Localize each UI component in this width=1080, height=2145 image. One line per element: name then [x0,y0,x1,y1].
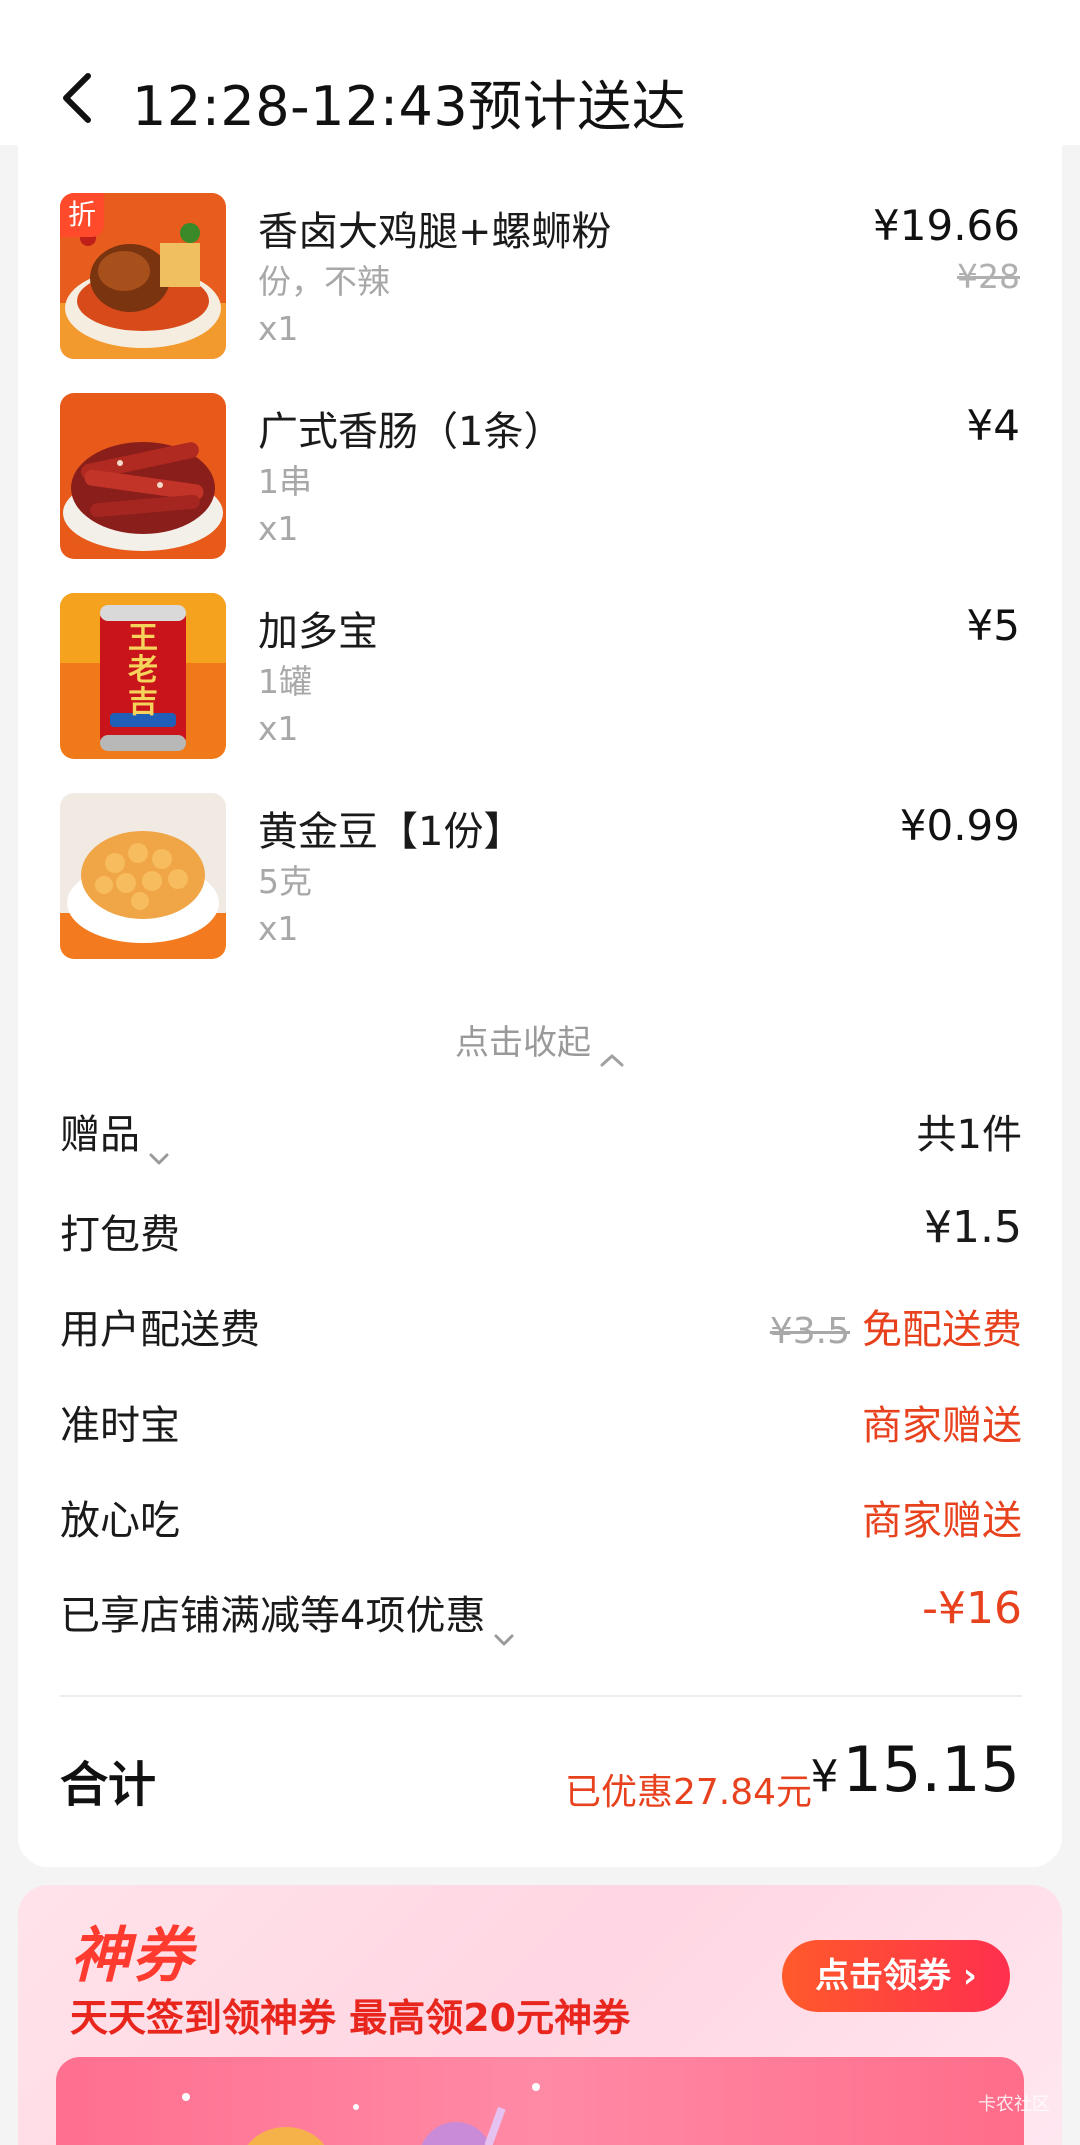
food-image-chicken-leg: 折 [60,193,226,359]
total-label: 合计 [60,1757,157,1813]
safe-eat-row: 放心吃 商家赠送 [60,1488,1022,1548]
item-spec: 1串 [258,462,312,501]
divider [60,1695,1022,1697]
item-original-price: ¥28 [957,257,1020,296]
item-name: 加多宝 [258,609,378,655]
packing-fee-value: ¥1.5 [924,1202,1022,1253]
item-quantity: x1 [258,509,299,548]
discounts-row[interactable]: 已享店铺满减等4项优惠 -¥16 [60,1583,1022,1646]
chevron-down-icon [493,1611,515,1646]
total-saved: 已优惠27.84元 [564,1772,812,1813]
item-quantity: x1 [258,709,299,748]
ontime-label: 准时宝 [60,1403,180,1449]
packing-fee-row: 打包费 ¥1.5 [60,1202,1022,1262]
collapse-label: 点击收起 [455,1023,591,1063]
food-image-sausage [60,393,226,559]
packing-fee-label: 打包费 [60,1212,180,1258]
claim-coupon-label: 点击领券 [815,1956,952,1996]
delivery-time-title: 12:28-12:43预计送达 [132,75,687,138]
claim-coupon-button[interactable]: 点击领券 › [782,1940,1010,2012]
top-bar: 12:28-12:43预计送达 [0,0,1080,145]
total-amount: ¥15.15 [811,1733,1021,1806]
delivery-fee-label: 用户配送费 [60,1307,260,1353]
ontime-value: 商家赠送 [862,1403,1022,1449]
gift-label: 赠品 [60,1112,140,1158]
item-spec: 5克 [258,862,312,901]
discounts-label: 已享店铺满减等4项优惠 [60,1593,486,1639]
chevron-up-icon [599,1037,625,1066]
food-image-herbal-tea: 王老吉 [60,593,226,759]
delivery-fee-original: ¥3.5 [769,1311,850,1352]
safe-eat-value: 商家赠送 [862,1498,1022,1544]
discounts-value: -¥16 [922,1583,1022,1634]
item-name: 香卤大鸡腿+螺蛳粉 [258,209,612,255]
free-delivery-text: 免配送费 [862,1307,1022,1353]
delivery-fee-value: ¥3.5 免配送费 [770,1297,1022,1355]
item-name: 黄金豆【1份】 [258,809,524,855]
food-image-golden-beans [60,793,226,959]
ontime-guarantee-row: 准时宝 商家赠送 [60,1393,1022,1453]
chevron-down-icon [148,1130,170,1165]
item-price: ¥5 [966,601,1020,650]
safe-eat-label: 放心吃 [60,1498,180,1544]
item-price: ¥0.99 [899,801,1020,850]
delivery-fee-row: 用户配送费 ¥3.5 免配送费 [60,1297,1022,1357]
order-item[interactable]: 王老吉 加多宝 1罐 x1 ¥5 [18,593,1062,773]
total-currency: ¥ [810,1751,839,1802]
order-item[interactable]: 黄金豆【1份】 5克 x1 ¥0.99 [18,793,1062,973]
item-spec: 份，不辣 [258,262,390,301]
chevron-right-icon: › [962,1956,977,1996]
total-amount-value: 15.15 [842,1733,1021,1806]
item-price: ¥19.66 [873,201,1020,250]
item-name: 广式香肠（1条） [258,409,564,455]
promo-title: 神券 [70,1921,194,1991]
can-label-text: 王老吉 [128,621,158,720]
watermark: 卡农社区 [978,2094,1050,2115]
promo-subtitle: 天天签到领神券 最高领20元神券 [70,1996,631,2040]
item-spec: 1罐 [258,662,312,701]
collapse-items-button[interactable]: 点击收起 [18,1015,1062,1066]
gift-count: 共1件 [916,1112,1022,1158]
order-detail-card: 折 香卤大鸡腿+螺蛳粉 份，不辣 x1 ¥19.66 ¥28 广式香肠（1条） … [18,145,1062,1867]
item-quantity: x1 [258,909,299,948]
gift-row[interactable]: 赠品 共1件 [60,1102,1022,1165]
back-arrow-icon[interactable] [58,70,98,126]
discount-badge: 折 [60,193,104,237]
promo-image-strip [56,2057,1024,2145]
order-item[interactable]: 广式香肠（1条） 1串 x1 ¥4 [18,393,1062,573]
item-price: ¥4 [966,401,1020,450]
coupon-promo-banner[interactable]: 神券 天天签到领神券 最高领20元神券 点击领券 › [18,1885,1062,2145]
order-item[interactable]: 折 香卤大鸡腿+螺蛳粉 份，不辣 x1 ¥19.66 ¥28 [18,193,1062,373]
item-quantity: x1 [258,309,299,348]
